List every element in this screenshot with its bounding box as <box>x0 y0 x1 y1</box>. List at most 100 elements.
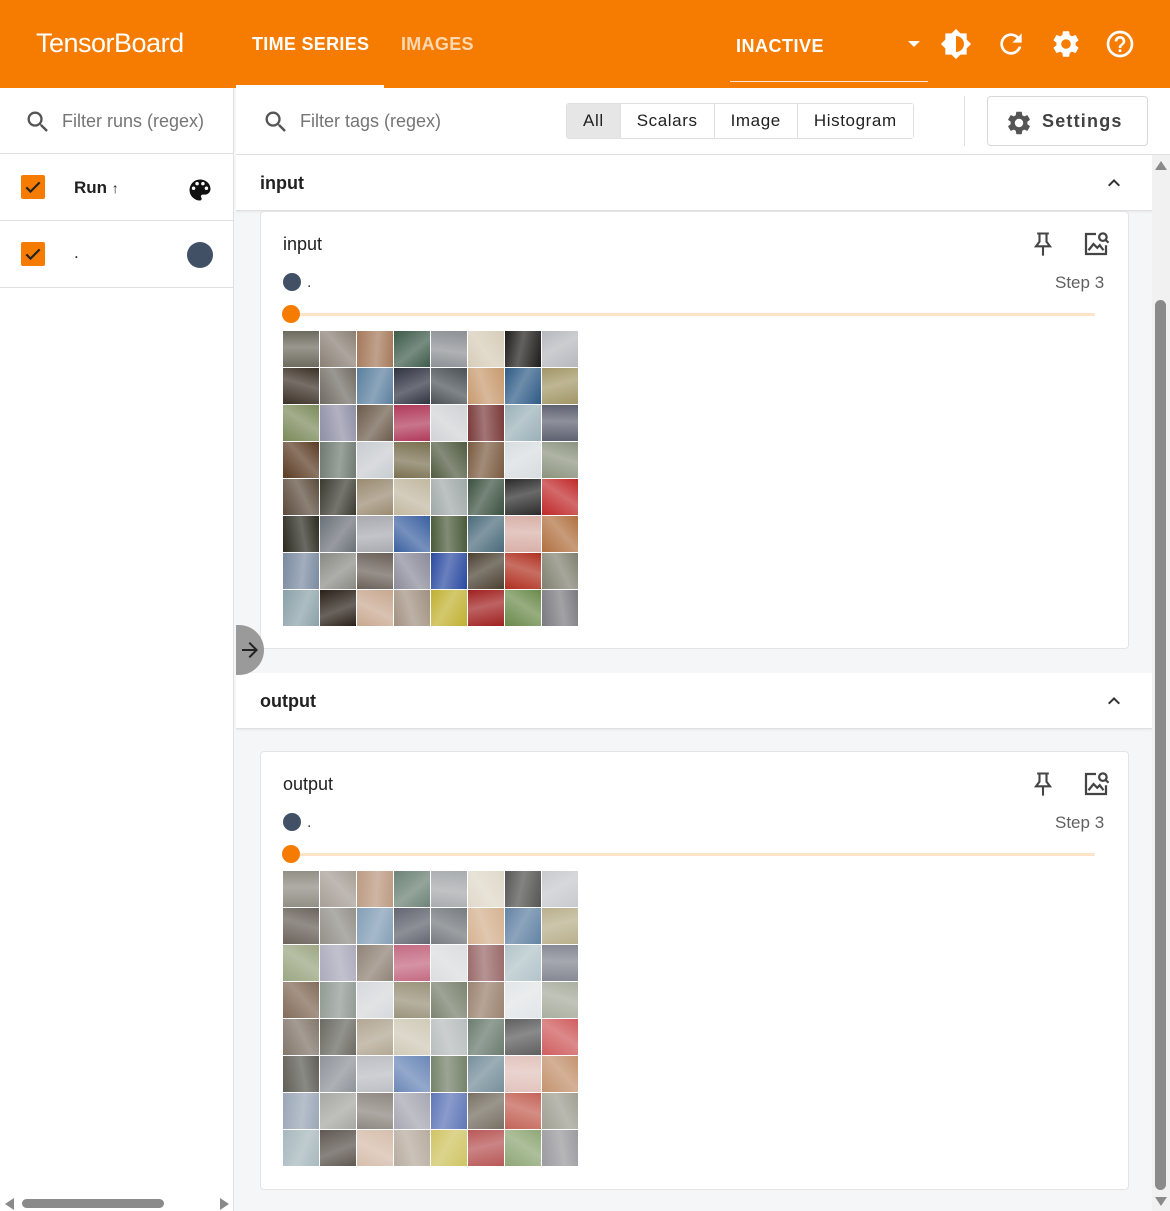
image-thumbnail <box>320 331 356 367</box>
sidebar-horizontal-scrollbar[interactable] <box>0 1194 234 1211</box>
image-thumbnail <box>320 368 356 404</box>
image-thumbnail <box>357 1093 393 1129</box>
image-thumbnail <box>357 405 393 441</box>
image-thumbnail <box>320 442 356 478</box>
group-header-output[interactable]: output <box>236 673 1152 729</box>
image-thumbnail <box>394 442 430 478</box>
image-thumbnail <box>505 516 541 552</box>
tab-images[interactable]: IMAGES <box>401 34 474 55</box>
type-scalars-button[interactable]: Scalars <box>620 104 715 138</box>
run-row[interactable]: . <box>0 221 234 288</box>
image-thumbnail <box>357 1130 393 1166</box>
scroll-left-icon[interactable] <box>5 1198 14 1210</box>
palette-icon[interactable] <box>186 176 214 204</box>
image-thumbnail <box>468 908 504 944</box>
run-filter-input[interactable]: Filter runs (regex) <box>0 88 234 154</box>
image-thumbnail <box>542 945 578 981</box>
fullscreen-image-icon[interactable] <box>1081 769 1111 799</box>
group-header-input[interactable]: input <box>236 155 1152 211</box>
image-thumbnail <box>542 908 578 944</box>
image-thumbnail <box>431 1130 467 1166</box>
image-thumbnail <box>505 331 541 367</box>
top-app-bar: TensorBoard TIME SERIES IMAGES INACTIVE <box>0 0 1170 88</box>
theme-icon[interactable] <box>940 28 972 60</box>
run-filter-placeholder: Filter runs (regex) <box>62 111 205 131</box>
image-thumbnail <box>468 331 504 367</box>
type-image-button[interactable]: Image <box>714 104 798 138</box>
image-thumbnail <box>505 479 541 515</box>
step-slider-track[interactable] <box>291 853 1095 856</box>
image-thumbnail <box>283 331 319 367</box>
search-icon <box>27 111 48 132</box>
chevron-up-icon[interactable] <box>1102 689 1126 713</box>
plugin-select-label: INACTIVE <box>736 36 825 56</box>
sort-arrow-icon: ↑ <box>111 180 119 196</box>
main-content: input input . Step 3 output output . Ste… <box>236 155 1152 1211</box>
type-all-button[interactable]: All <box>567 104 621 138</box>
image-thumbnail <box>542 871 578 907</box>
image-thumbnail <box>468 405 504 441</box>
settings-button-label: Settings <box>1042 111 1123 131</box>
settings-button[interactable]: Settings <box>987 96 1148 146</box>
image-thumbnail <box>505 982 541 1018</box>
image-grid[interactable] <box>283 871 578 1166</box>
tab-time-series[interactable]: TIME SERIES <box>252 34 369 55</box>
scroll-up-icon[interactable] <box>1155 161 1167 170</box>
refresh-icon[interactable] <box>995 28 1027 60</box>
image-thumbnail <box>394 553 430 589</box>
image-thumbnail <box>431 590 467 626</box>
step-slider-thumb[interactable] <box>282 845 300 863</box>
image-thumbnail <box>394 368 430 404</box>
main-vertical-scrollbar[interactable] <box>1152 155 1170 1211</box>
scrollbar-thumb[interactable] <box>1155 300 1166 1190</box>
image-thumbnail <box>283 442 319 478</box>
run-color-dot <box>283 273 301 291</box>
image-thumbnail <box>357 982 393 1018</box>
image-thumbnail <box>505 405 541 441</box>
image-card-input: input . Step 3 <box>260 211 1129 649</box>
image-thumbnail <box>431 1093 467 1129</box>
fullscreen-image-icon[interactable] <box>1081 229 1111 259</box>
runs-sidebar: Filter runs (regex) Run ↑ . <box>0 88 234 1211</box>
image-thumbnail <box>283 553 319 589</box>
image-thumbnail <box>431 1019 467 1055</box>
image-thumbnail <box>283 479 319 515</box>
scrollbar-thumb[interactable] <box>22 1199 164 1208</box>
step-label: Step 3 <box>1055 273 1105 292</box>
image-thumbnail <box>357 331 393 367</box>
run-column-label: Run <box>74 178 108 197</box>
run-column-header[interactable]: Run ↑ <box>74 178 119 198</box>
brand-title[interactable]: TensorBoard <box>36 28 184 59</box>
image-thumbnail <box>431 908 467 944</box>
image-thumbnail <box>357 871 393 907</box>
dropdown-caret-icon <box>908 41 920 47</box>
select-all-checkbox[interactable] <box>21 175 45 199</box>
settings-gear-icon[interactable] <box>1050 28 1082 60</box>
scroll-down-icon[interactable] <box>1155 1197 1167 1206</box>
pin-icon[interactable] <box>1029 229 1057 259</box>
scroll-right-icon[interactable] <box>220 1198 229 1210</box>
image-thumbnail <box>468 982 504 1018</box>
step-slider-thumb[interactable] <box>282 305 300 323</box>
image-thumbnail <box>394 1093 430 1129</box>
image-thumbnail <box>320 982 356 1018</box>
run-checkbox[interactable] <box>21 242 45 266</box>
step-label: Step 3 <box>1055 813 1105 832</box>
image-grid[interactable] <box>283 331 578 626</box>
type-histogram-button[interactable]: Histogram <box>797 104 913 138</box>
image-thumbnail <box>505 945 541 981</box>
help-icon[interactable] <box>1104 28 1136 60</box>
image-thumbnail <box>394 590 430 626</box>
run-color-dot <box>283 813 301 831</box>
image-thumbnail <box>394 1056 430 1092</box>
image-thumbnail <box>468 1019 504 1055</box>
run-color-swatch[interactable] <box>187 242 213 268</box>
pin-icon[interactable] <box>1029 769 1057 799</box>
inactive-plugins-dropdown[interactable]: INACTIVE <box>730 24 928 82</box>
tag-filter-input[interactable]: Filter tags (regex) <box>300 111 441 132</box>
image-thumbnail <box>431 982 467 1018</box>
image-thumbnail <box>357 442 393 478</box>
step-slider-track[interactable] <box>291 313 1095 316</box>
image-thumbnail <box>283 1019 319 1055</box>
chevron-up-icon[interactable] <box>1102 171 1126 195</box>
